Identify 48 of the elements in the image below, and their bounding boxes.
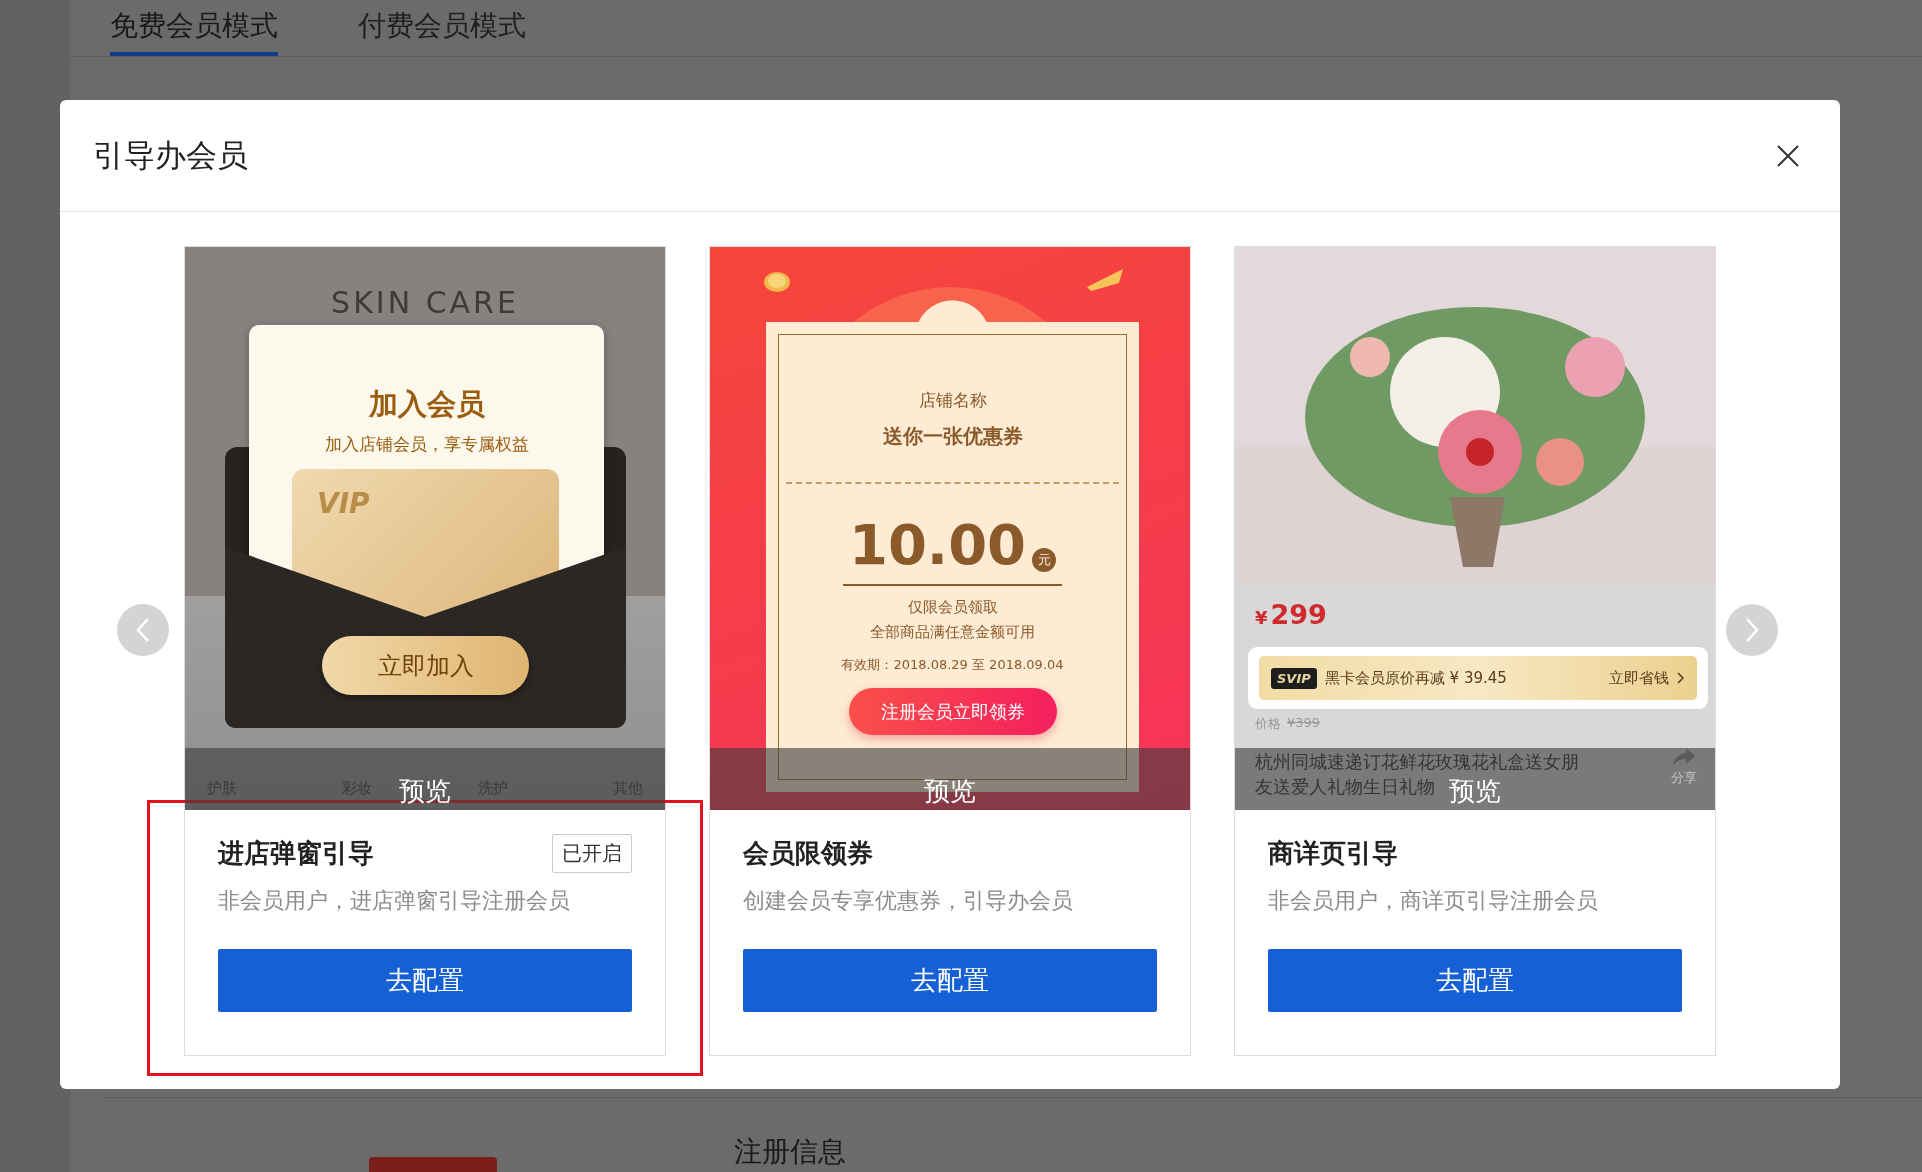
card-description: 非会员用户，商详页引导注册会员 — [1268, 887, 1599, 915]
original-price-label: 价格 — [1255, 715, 1281, 733]
invitation-subheading: 加入店铺会员，享专属权益 — [323, 433, 530, 456]
product-price: 299 — [1270, 599, 1327, 630]
product-title-line: 杭州同城速递订花鲜花玫瑰花礼盒送女朋 — [1255, 750, 1579, 774]
claim-coupon-button[interactable]: 注册会员立即领券 — [849, 688, 1057, 735]
page-tab[interactable]: 免费会员模式 — [110, 0, 278, 56]
validity-text: 有效期：2018.08.29 至 2018.09.04 — [840, 656, 1065, 674]
join-button[interactable]: 立即加入 — [322, 636, 529, 695]
chevron-right-icon — [1745, 617, 1759, 643]
share-icon — [1672, 747, 1696, 767]
close-icon[interactable] — [1776, 143, 1800, 168]
configure-button[interactable]: 去配置 — [1268, 949, 1682, 1012]
currency-symbol: ¥ — [1255, 607, 1268, 628]
coupon-headline: 送你一张优惠券 — [881, 423, 1024, 450]
svip-action-link[interactable]: 立即省钱 — [1609, 668, 1669, 688]
coupon-condition: 全部商品满任意金额可用 — [869, 623, 1036, 642]
section-title: 注册信息 — [734, 1134, 846, 1170]
original-price: ¥399 — [1287, 715, 1321, 732]
card-description: 非会员用户，进店弹窗引导注册会员 — [218, 887, 571, 915]
chevron-right-icon — [1677, 672, 1685, 684]
banknote-icon — [1085, 267, 1125, 293]
previous-arrow-button[interactable] — [117, 604, 169, 656]
preview-label: 预览 — [924, 777, 976, 805]
page-tab[interactable]: 付费会员模式 — [358, 0, 526, 56]
card-title: 会员限领券 — [743, 836, 873, 870]
svip-offer-text: 黑卡会员原价再减 ¥ 39.45 — [1324, 668, 1508, 688]
configure-button[interactable]: 去配置 — [743, 949, 1157, 1012]
chevron-left-icon — [136, 617, 150, 643]
card-description: 创建会员专享优惠券，引导办会员 — [743, 887, 1074, 915]
coupon-condition: 仅限会员领取 — [906, 598, 999, 617]
card-title: 进店弹窗引导 — [218, 836, 374, 870]
vip-card-text: VIP — [317, 487, 370, 520]
dialog-title: 引导办会员 — [93, 135, 248, 175]
next-arrow-button[interactable] — [1726, 604, 1778, 656]
card-title: 商详页引导 — [1268, 836, 1398, 870]
preview-label: 预览 — [399, 777, 451, 805]
shop-name: 店铺名称 — [917, 389, 988, 412]
invitation-heading: 加入会员 — [367, 386, 486, 423]
backdrop-text: SKIN CARE — [330, 285, 520, 320]
currency-unit-badge: 元 — [1032, 548, 1057, 572]
preview-label: 预览 — [1449, 777, 1501, 805]
configure-button[interactable]: 去配置 — [218, 949, 632, 1012]
svip-badge: SVIP — [1271, 667, 1317, 689]
coupon-amount: 10.00 — [848, 512, 1027, 577]
svip-offer-bar[interactable]: SVIP 黑卡会员原价再减 ¥ 39.45 立即省钱 — [1259, 656, 1697, 700]
status-tag: 已开启 — [552, 833, 632, 873]
product-title-line: 友送爱人礼物生日礼物 — [1255, 775, 1435, 799]
